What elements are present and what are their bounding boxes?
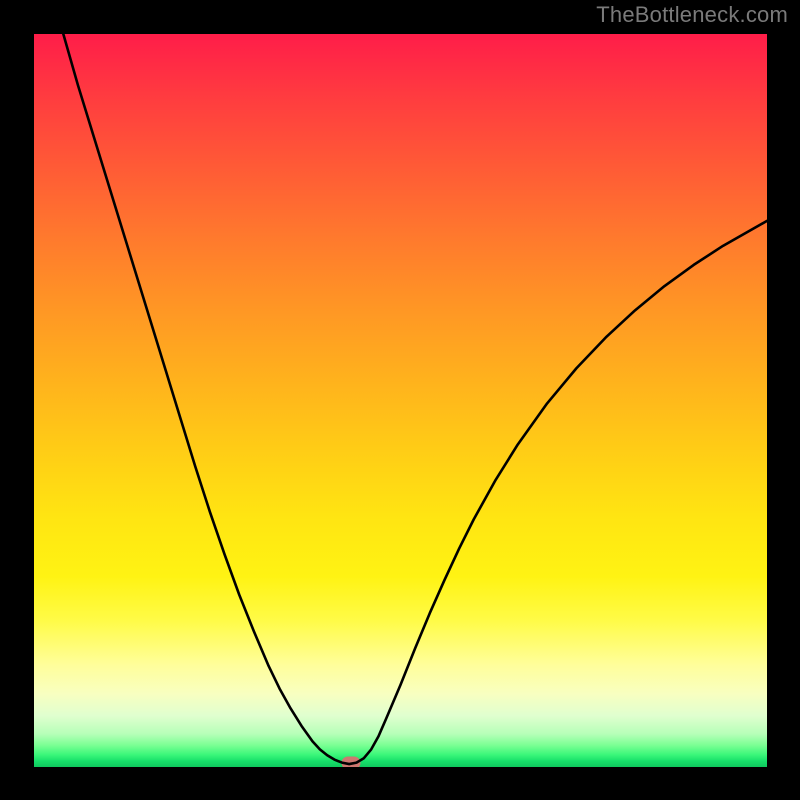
plot-area [34,34,767,767]
chart-frame: TheBottleneck.com [0,0,800,800]
watermark-text: TheBottleneck.com [596,2,788,28]
curve-svg [34,34,767,767]
bottleneck-curve [63,34,767,764]
